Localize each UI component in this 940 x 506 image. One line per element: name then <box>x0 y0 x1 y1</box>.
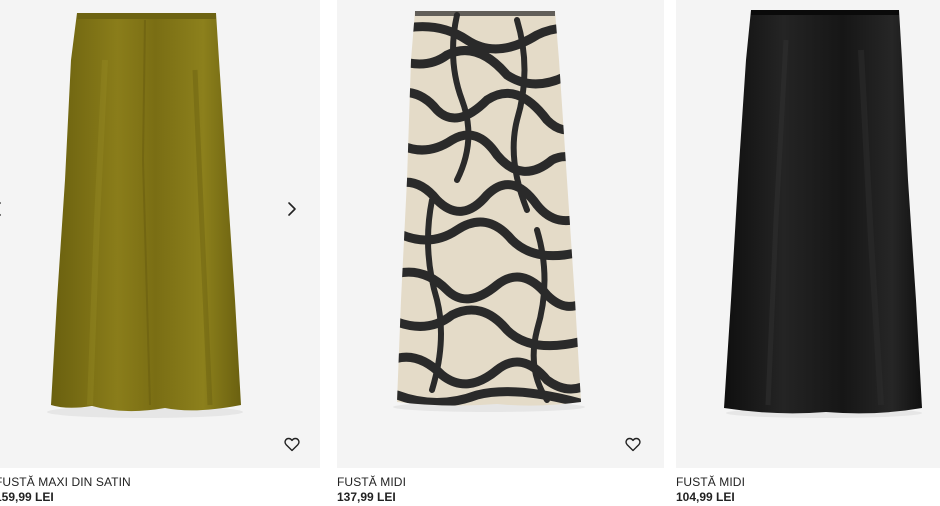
prev-image-arrow[interactable] <box>0 201 8 225</box>
product-card-2[interactable]: FUSTĂ MIDI 137,99 LEI <box>337 0 664 506</box>
product-image-3[interactable] <box>676 0 940 468</box>
product-name-2[interactable]: FUSTĂ MIDI <box>337 475 406 489</box>
next-image-arrow[interactable] <box>287 201 303 225</box>
chevron-right-icon <box>288 202 296 216</box>
product-image-2[interactable] <box>337 0 664 468</box>
product-card-3[interactable]: FUSTĂ MIDI 104,99 LEI <box>676 0 940 506</box>
product-card-1[interactable]: FUSTĂ MAXI DIN SATIN 159,99 LEI <box>0 0 320 506</box>
favorite-button-1[interactable] <box>284 437 304 457</box>
skirt-satin-olive <box>47 13 243 418</box>
product-price-1: 159,99 LEI <box>0 490 54 504</box>
favorite-button-2[interactable] <box>625 437 645 457</box>
product-price-3: 104,99 LEI <box>676 490 735 504</box>
skirt-zebra-print <box>393 11 585 412</box>
product-name-3[interactable]: FUSTĂ MIDI <box>676 475 745 489</box>
product-price-2: 137,99 LEI <box>337 490 396 504</box>
product-image-1[interactable] <box>0 0 320 468</box>
chevron-left-icon <box>0 202 1 216</box>
product-name-1[interactable]: FUSTĂ MAXI DIN SATIN <box>0 475 131 489</box>
heart-outline-icon <box>625 437 641 452</box>
skirt-black-satin <box>724 10 922 418</box>
heart-outline-icon <box>284 437 300 452</box>
